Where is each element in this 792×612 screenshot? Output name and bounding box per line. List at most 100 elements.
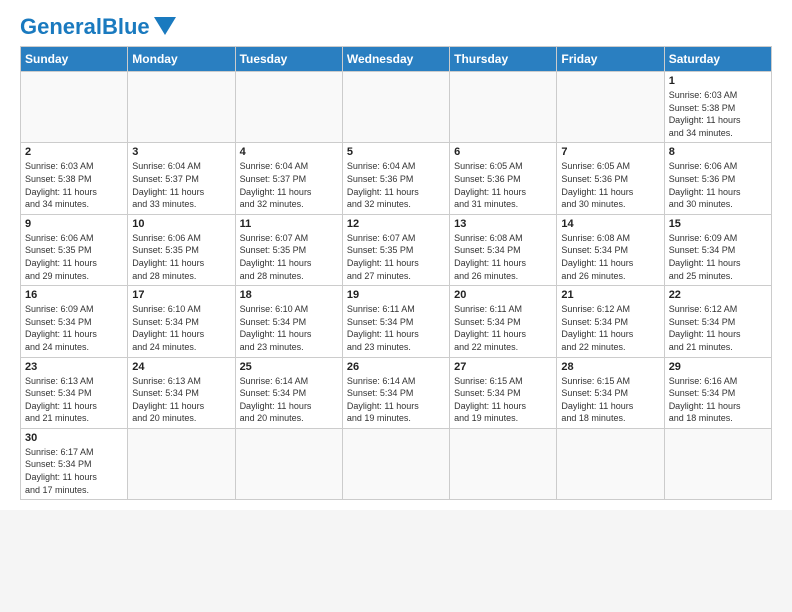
weekday-friday: Friday <box>557 47 664 72</box>
day-info: Sunrise: 6:11 AM Sunset: 5:34 PM Dayligh… <box>347 303 445 353</box>
day-cell <box>21 72 128 143</box>
day-info: Sunrise: 6:03 AM Sunset: 5:38 PM Dayligh… <box>669 89 767 139</box>
header: GeneralBlue <box>20 16 772 38</box>
page: GeneralBlue SundayMondayTuesdayWednesday… <box>0 0 792 510</box>
day-cell: 24Sunrise: 6:13 AM Sunset: 5:34 PM Dayli… <box>128 357 235 428</box>
week-row-3: 9Sunrise: 6:06 AM Sunset: 5:35 PM Daylig… <box>21 214 772 285</box>
day-cell: 4 Sunrise: 6:04 AM Sunset: 5:37 PM Daylig… <box>235 143 342 214</box>
day-info: Sunrise: 6:04 AM Sunset: 5:37 PM Dayligh… <box>240 160 338 210</box>
day-cell: 29 Sunrise: 6:16 AM Sunset: 5:34 PM Dayli… <box>664 357 771 428</box>
day-info: Sunrise: 6:05 AM Sunset: 5:36 PM Dayligh… <box>454 160 552 210</box>
day-number: 3 <box>132 146 230 158</box>
weekday-tuesday: Tuesday <box>235 47 342 72</box>
day-number: 15 <box>669 218 767 230</box>
day-cell <box>235 428 342 499</box>
week-row-4: 16Sunrise: 6:09 AM Sunset: 5:34 PM Dayli… <box>21 286 772 357</box>
day-info: Sunrise: 6:13 AM Sunset: 5:34 PM Dayligh… <box>25 375 123 425</box>
day-number: 12 <box>347 218 445 230</box>
day-cell: 20Sunrise: 6:11 AM Sunset: 5:34 PM Dayli… <box>450 286 557 357</box>
day-info: Sunrise: 6:06 AM Sunset: 5:35 PM Dayligh… <box>132 232 230 282</box>
day-cell: 2 Sunrise: 6:03 AM Sunset: 5:38 PM Daylig… <box>21 143 128 214</box>
day-cell: 12 Sunrise: 6:07 AM Sunset: 5:35 PM Dayli… <box>342 214 449 285</box>
day-number: 21 <box>561 289 659 301</box>
day-number: 24 <box>132 361 230 373</box>
day-cell <box>235 72 342 143</box>
logo-blue: Blue <box>102 14 150 39</box>
day-number: 23 <box>25 361 123 373</box>
day-cell: 8 Sunrise: 6:06 AM Sunset: 5:36 PM Daylig… <box>664 143 771 214</box>
day-info: Sunrise: 6:03 AM Sunset: 5:38 PM Dayligh… <box>25 160 123 210</box>
day-cell: 23 Sunrise: 6:13 AM Sunset: 5:34 PM Dayli… <box>21 357 128 428</box>
day-number: 7 <box>561 146 659 158</box>
day-number: 25 <box>240 361 338 373</box>
day-cell: 28Sunrise: 6:15 AM Sunset: 5:34 PM Dayli… <box>557 357 664 428</box>
day-info: Sunrise: 6:16 AM Sunset: 5:34 PM Dayligh… <box>669 375 767 425</box>
day-info: Sunrise: 6:14 AM Sunset: 5:34 PM Dayligh… <box>240 375 338 425</box>
day-cell: 25 Sunrise: 6:14 AM Sunset: 5:34 PM Dayli… <box>235 357 342 428</box>
day-cell <box>450 428 557 499</box>
day-cell <box>128 72 235 143</box>
day-cell: 17Sunrise: 6:10 AM Sunset: 5:34 PM Dayli… <box>128 286 235 357</box>
day-number: 26 <box>347 361 445 373</box>
weekday-saturday: Saturday <box>664 47 771 72</box>
day-info: Sunrise: 6:09 AM Sunset: 5:34 PM Dayligh… <box>25 303 123 353</box>
day-number: 4 <box>240 146 338 158</box>
day-info: Sunrise: 6:10 AM Sunset: 5:34 PM Dayligh… <box>132 303 230 353</box>
day-number: 20 <box>454 289 552 301</box>
day-info: Sunrise: 6:07 AM Sunset: 5:35 PM Dayligh… <box>240 232 338 282</box>
day-cell: 16Sunrise: 6:09 AM Sunset: 5:34 PM Dayli… <box>21 286 128 357</box>
day-number: 11 <box>240 218 338 230</box>
day-cell: 11 Sunrise: 6:07 AM Sunset: 5:35 PM Dayli… <box>235 214 342 285</box>
day-number: 13 <box>454 218 552 230</box>
day-info: Sunrise: 6:04 AM Sunset: 5:36 PM Dayligh… <box>347 160 445 210</box>
day-cell <box>450 72 557 143</box>
logo-general: General <box>20 14 102 39</box>
day-number: 29 <box>669 361 767 373</box>
day-info: Sunrise: 6:09 AM Sunset: 5:34 PM Dayligh… <box>669 232 767 282</box>
day-cell <box>557 428 664 499</box>
day-number: 18 <box>240 289 338 301</box>
day-number: 8 <box>669 146 767 158</box>
day-info: Sunrise: 6:06 AM Sunset: 5:36 PM Dayligh… <box>669 160 767 210</box>
day-info: Sunrise: 6:04 AM Sunset: 5:37 PM Dayligh… <box>132 160 230 210</box>
day-cell: 15 Sunrise: 6:09 AM Sunset: 5:34 PM Dayli… <box>664 214 771 285</box>
day-info: Sunrise: 6:14 AM Sunset: 5:34 PM Dayligh… <box>347 375 445 425</box>
logo: GeneralBlue <box>20 16 176 38</box>
day-number: 19 <box>347 289 445 301</box>
day-cell <box>342 428 449 499</box>
week-row-6: 30 Sunrise: 6:17 AM Sunset: 5:34 PM Dayli… <box>21 428 772 499</box>
weekday-header-row: SundayMondayTuesdayWednesdayThursdayFrid… <box>21 47 772 72</box>
day-cell <box>128 428 235 499</box>
day-number: 30 <box>25 432 123 444</box>
day-cell: 7 Sunrise: 6:05 AM Sunset: 5:36 PM Daylig… <box>557 143 664 214</box>
day-info: Sunrise: 6:10 AM Sunset: 5:34 PM Dayligh… <box>240 303 338 353</box>
day-info: Sunrise: 6:17 AM Sunset: 5:34 PM Dayligh… <box>25 446 123 496</box>
day-info: Sunrise: 6:07 AM Sunset: 5:35 PM Dayligh… <box>347 232 445 282</box>
day-info: Sunrise: 6:12 AM Sunset: 5:34 PM Dayligh… <box>669 303 767 353</box>
day-cell: 9Sunrise: 6:06 AM Sunset: 5:35 PM Daylig… <box>21 214 128 285</box>
calendar: SundayMondayTuesdayWednesdayThursdayFrid… <box>20 46 772 500</box>
day-cell: 18 Sunrise: 6:10 AM Sunset: 5:34 PM Dayli… <box>235 286 342 357</box>
weekday-wednesday: Wednesday <box>342 47 449 72</box>
day-cell: 30 Sunrise: 6:17 AM Sunset: 5:34 PM Dayli… <box>21 428 128 499</box>
logo-icon <box>154 17 176 35</box>
day-cell: 10 Sunrise: 6:06 AM Sunset: 5:35 PM Dayli… <box>128 214 235 285</box>
day-number: 2 <box>25 146 123 158</box>
day-number: 10 <box>132 218 230 230</box>
day-number: 14 <box>561 218 659 230</box>
day-info: Sunrise: 6:06 AM Sunset: 5:35 PM Dayligh… <box>25 232 123 282</box>
day-cell <box>342 72 449 143</box>
day-cell: 14Sunrise: 6:08 AM Sunset: 5:34 PM Dayli… <box>557 214 664 285</box>
weekday-thursday: Thursday <box>450 47 557 72</box>
week-row-1: 1Sunrise: 6:03 AM Sunset: 5:38 PM Daylig… <box>21 72 772 143</box>
day-cell: 26 Sunrise: 6:14 AM Sunset: 5:34 PM Dayli… <box>342 357 449 428</box>
week-row-2: 2 Sunrise: 6:03 AM Sunset: 5:38 PM Daylig… <box>21 143 772 214</box>
day-cell <box>557 72 664 143</box>
day-number: 6 <box>454 146 552 158</box>
day-cell: 13 Sunrise: 6:08 AM Sunset: 5:34 PM Dayli… <box>450 214 557 285</box>
day-cell: 21 Sunrise: 6:12 AM Sunset: 5:34 PM Dayli… <box>557 286 664 357</box>
day-info: Sunrise: 6:08 AM Sunset: 5:34 PM Dayligh… <box>454 232 552 282</box>
day-info: Sunrise: 6:12 AM Sunset: 5:34 PM Dayligh… <box>561 303 659 353</box>
day-info: Sunrise: 6:05 AM Sunset: 5:36 PM Dayligh… <box>561 160 659 210</box>
day-cell <box>664 428 771 499</box>
